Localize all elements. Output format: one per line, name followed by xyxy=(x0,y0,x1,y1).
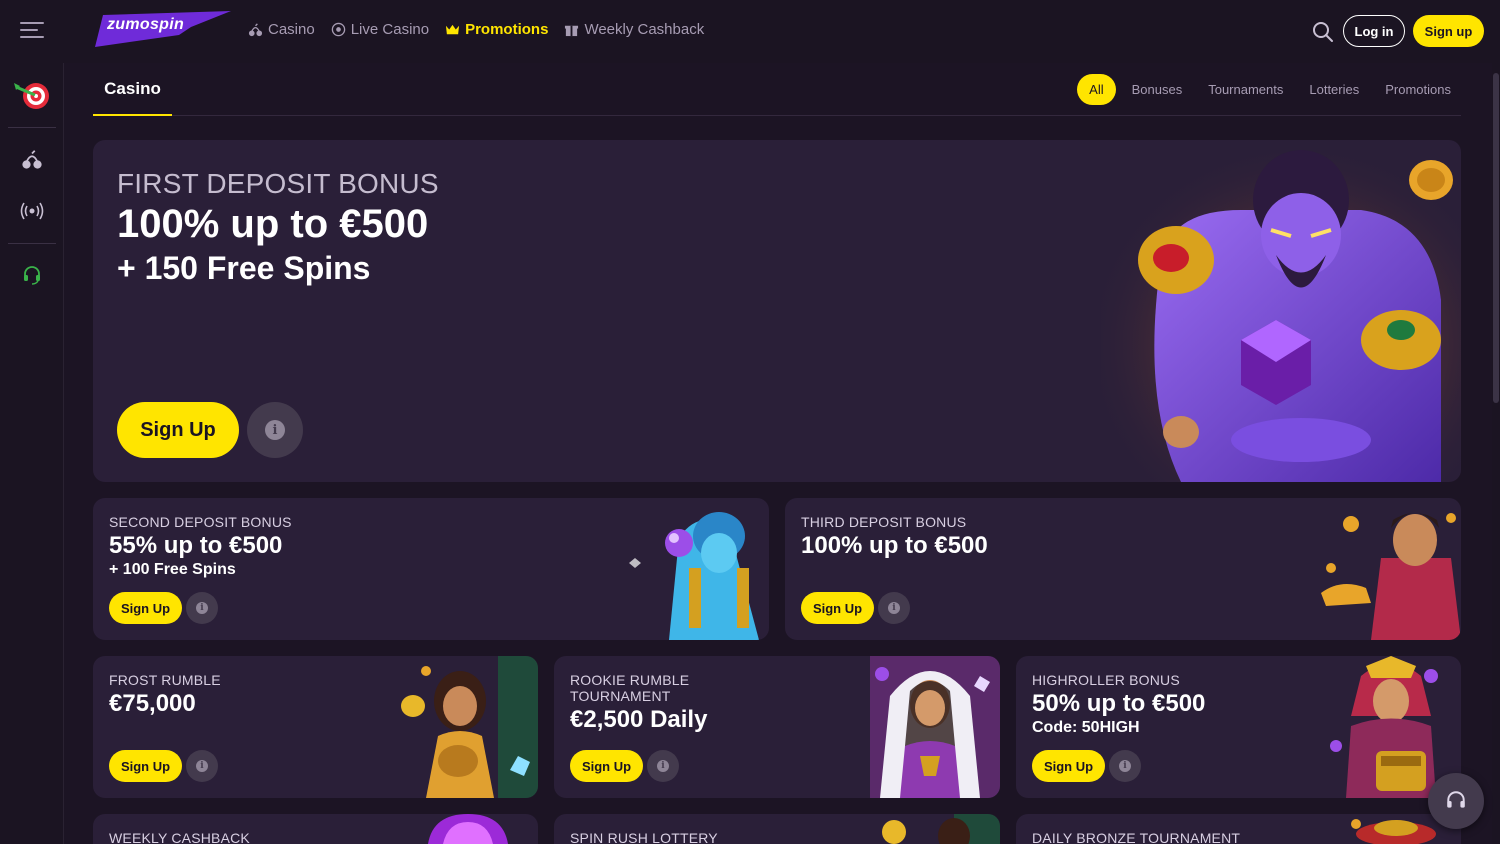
card-subtitle: + 100 Free Spins xyxy=(109,561,236,578)
promo-card: DAILY BRONZE TOURNAMENT xyxy=(1016,814,1461,844)
card-category: THIRD DEPOSIT BONUS xyxy=(801,514,967,530)
aladdin-artwork xyxy=(1311,498,1461,640)
card-category: HIGHROLLER BONUS xyxy=(1032,672,1180,688)
filter-tournaments[interactable]: Tournaments xyxy=(1198,74,1293,105)
card-title: €2,500 Daily xyxy=(570,706,708,733)
hero-promo-card: FIRST DEPOSIT BONUS 100% up to €500 + 15… xyxy=(93,140,1461,482)
card-info-button[interactable]: i xyxy=(647,750,679,782)
hero-category: FIRST DEPOSIT BONUS xyxy=(117,168,439,199)
nav-weekly-cashback[interactable]: Weekly Cashback xyxy=(564,21,704,38)
live-signal-icon[interactable] xyxy=(12,191,52,231)
card-info-button[interactable]: i xyxy=(186,592,218,624)
hero-subtitle: + 150 Free Spins xyxy=(117,250,371,286)
info-icon: i xyxy=(1119,760,1131,772)
search-icon[interactable] xyxy=(1311,20,1335,44)
signup-button[interactable]: Sign up xyxy=(1413,15,1484,47)
logo-text: zumospin xyxy=(107,16,185,33)
info-icon: i xyxy=(265,420,285,440)
main-nav: Casino Live Casino Promotions Weekly Cas… xyxy=(248,21,704,38)
live-icon xyxy=(331,22,346,37)
page-scrollbar[interactable] xyxy=(1492,63,1500,844)
filter-lotteries[interactable]: Lotteries xyxy=(1299,74,1369,105)
headset-icon xyxy=(1447,791,1465,808)
top-header: zumospin Casino Live Casino Promotions W… xyxy=(0,0,1500,63)
nav-promotions[interactable]: Promotions xyxy=(445,21,548,38)
sidebar-divider xyxy=(8,127,56,128)
promo-card: ROOKIE RUMBLE TOURNAMENT €2,500 Daily Si… xyxy=(554,656,1000,798)
info-icon: i xyxy=(196,602,208,614)
nav-weekly-cashback-label: Weekly Cashback xyxy=(584,21,705,38)
crown-icon xyxy=(445,22,460,37)
card-category: SPIN RUSH LOTTERY xyxy=(570,830,718,844)
promo-card: HIGHROLLER BONUS 50% up to €500 Code: 50… xyxy=(1016,656,1461,798)
scrollbar-thumb[interactable] xyxy=(1493,73,1499,403)
genie-artwork xyxy=(1101,140,1461,482)
card-title: 50% up to €500 xyxy=(1032,690,1206,717)
nav-live-casino[interactable]: Live Casino xyxy=(331,21,429,38)
hero-title: 100% up to €500 xyxy=(117,202,429,246)
hero-info-button[interactable]: i xyxy=(247,402,303,458)
cherry-icon xyxy=(248,22,263,37)
card-category: SECOND DEPOSIT BONUS xyxy=(109,514,292,530)
filter-all[interactable]: All xyxy=(1077,74,1116,105)
info-icon: i xyxy=(888,602,900,614)
nav-live-casino-label: Live Casino xyxy=(350,21,430,38)
princess-artwork xyxy=(860,656,1000,798)
support-chat-button[interactable] xyxy=(1428,773,1484,829)
tournament-artwork xyxy=(1336,814,1446,844)
card-category: ROOKIE RUMBLE TOURNAMENT xyxy=(570,672,690,704)
gift-icon xyxy=(564,22,579,37)
card-title: 100% up to €500 xyxy=(801,532,988,559)
nav-casino-label: Casino xyxy=(268,21,315,38)
genie-lamp-artwork xyxy=(619,498,769,640)
promo-card: SECOND DEPOSIT BONUS 55% up to €500 + 10… xyxy=(93,498,769,640)
promo-card: SPIN RUSH LOTTERY xyxy=(554,814,1000,844)
info-icon: i xyxy=(196,760,208,772)
card-signup-button[interactable]: Sign Up xyxy=(801,592,874,624)
headset-icon[interactable] xyxy=(12,255,52,295)
menu-icon[interactable] xyxy=(20,22,44,42)
card-category: WEEKLY CASHBACK xyxy=(109,830,250,844)
promo-card: WEEKLY CASHBACK xyxy=(93,814,538,844)
logo[interactable]: zumospin xyxy=(95,11,231,49)
card-info-button[interactable]: i xyxy=(186,750,218,782)
filter-bonuses[interactable]: Bonuses xyxy=(1122,74,1193,105)
nav-casino[interactable]: Casino xyxy=(248,21,315,38)
card-signup-button[interactable]: Sign Up xyxy=(1032,750,1105,782)
filter-group: All Bonuses Tournaments Lotteries Promot… xyxy=(1077,74,1461,105)
tab-casino[interactable]: Casino xyxy=(93,63,172,116)
cherry-icon[interactable] xyxy=(12,139,52,179)
card-title: 55% up to €500 xyxy=(109,532,283,559)
card-signup-button[interactable]: Sign Up xyxy=(109,750,182,782)
promo-card: FROST RUMBLE €75,000 Sign Up i xyxy=(93,656,538,798)
info-icon: i xyxy=(657,760,669,772)
sidebar-divider xyxy=(8,243,56,244)
treasure-woman-artwork xyxy=(398,656,538,798)
filter-promotions[interactable]: Promotions xyxy=(1375,74,1461,105)
hero-signup-button[interactable]: Sign Up xyxy=(117,402,239,458)
card-subtitle: Code: 50HIGH xyxy=(1032,719,1140,736)
cash-badge-artwork xyxy=(423,814,513,844)
main-content: Casino All Bonuses Tournaments Lotteries… xyxy=(64,63,1492,844)
promo-card: THIRD DEPOSIT BONUS 100% up to €500 Sign… xyxy=(785,498,1461,640)
lottery-artwork xyxy=(874,814,1000,844)
card-category: DAILY BRONZE TOURNAMENT xyxy=(1032,830,1241,844)
card-info-button[interactable]: i xyxy=(1109,750,1141,782)
nav-promotions-label: Promotions xyxy=(465,21,549,38)
card-signup-button[interactable]: Sign Up xyxy=(570,750,643,782)
category-tabbar: Casino All Bonuses Tournaments Lotteries… xyxy=(93,63,1461,116)
sidebar xyxy=(0,63,64,844)
login-button[interactable]: Log in xyxy=(1343,15,1405,47)
card-info-button[interactable]: i xyxy=(878,592,910,624)
target-icon[interactable] xyxy=(12,75,52,115)
card-signup-button[interactable]: Sign Up xyxy=(109,592,182,624)
card-category: FROST RUMBLE xyxy=(109,672,221,688)
card-title: €75,000 xyxy=(109,690,196,717)
